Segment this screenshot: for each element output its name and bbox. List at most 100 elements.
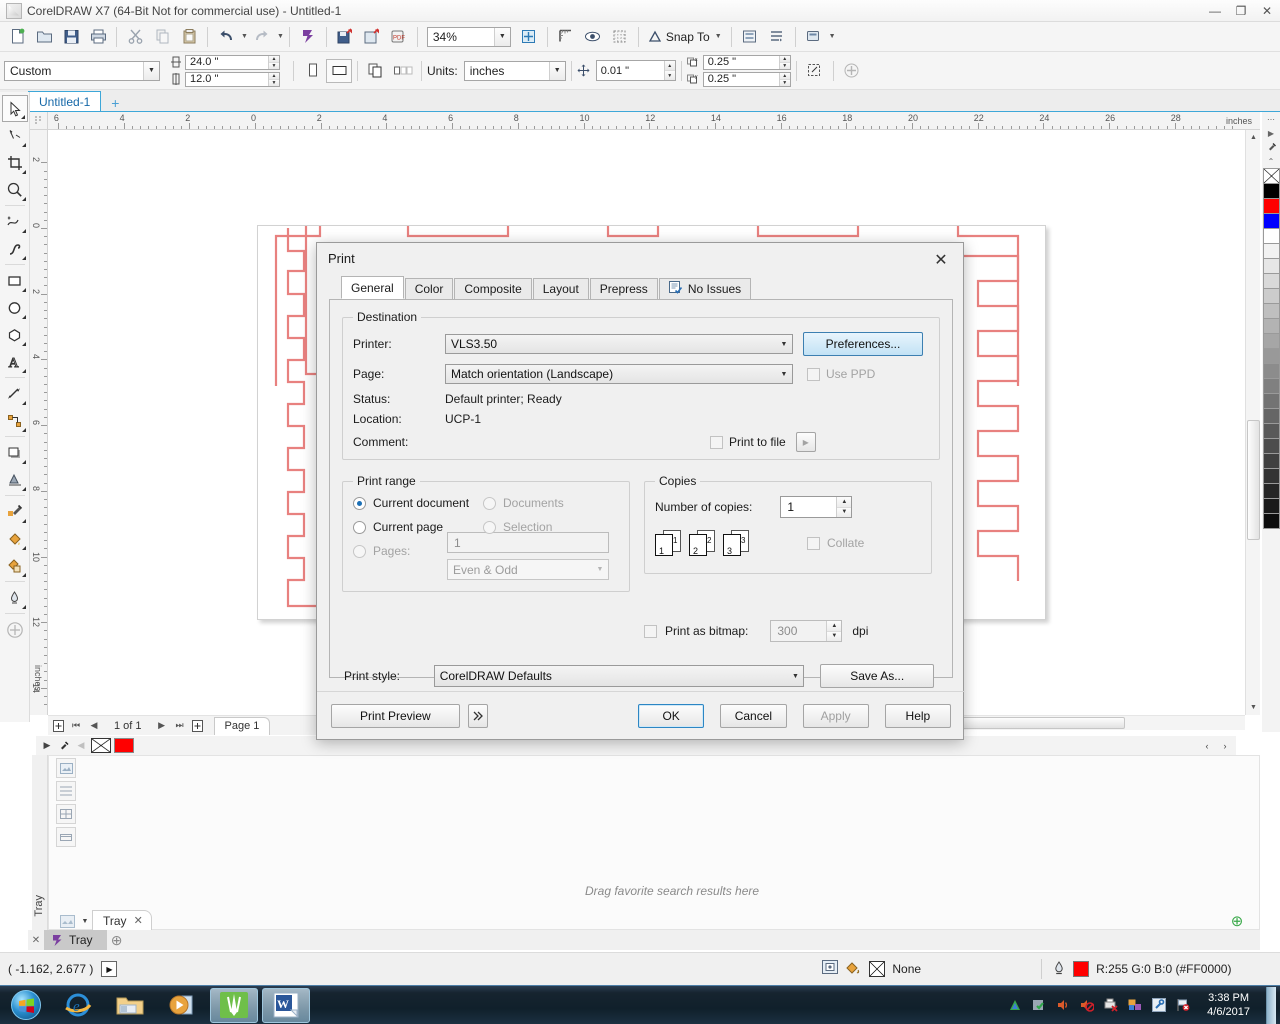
flyout-arrow[interactable] — [21, 401, 26, 405]
chevron-down-icon[interactable]: ▼ — [591, 560, 608, 579]
chevron-down-icon[interactable]: ▼ — [715, 33, 722, 40]
flyout-arrow[interactable] — [21, 573, 26, 577]
scroll-up-arrow[interactable]: ▲ — [1246, 130, 1261, 145]
palette-scroll-up-icon[interactable]: ⋯ — [1262, 112, 1280, 126]
palette-color-swatch[interactable] — [1262, 243, 1280, 259]
palette-color-swatch[interactable] — [1262, 303, 1280, 319]
collate-checkbox[interactable] — [807, 536, 820, 550]
zoom-level-combo[interactable]: 34% ▼ — [426, 26, 511, 47]
palette-color-swatch[interactable] — [1262, 498, 1280, 514]
chevron-down-icon[interactable]: ▼ — [775, 365, 792, 383]
duplicate-distance-y-input[interactable]: 0.25 " ▲ ▼ — [702, 71, 791, 87]
full-screen-preview-icon[interactable] — [580, 25, 606, 49]
apply-button[interactable]: Apply — [802, 703, 869, 728]
flyout-arrow[interactable] — [21, 256, 26, 260]
colorbar-eyedropper-icon[interactable] — [57, 739, 71, 753]
zoom-tool[interactable] — [2, 176, 28, 203]
print-icon[interactable] — [85, 25, 111, 49]
ruler-origin-corner[interactable] — [30, 112, 48, 130]
outline-color-swatch[interactable] — [1073, 961, 1090, 977]
zoom-levels-icon[interactable] — [516, 25, 542, 49]
printer-combo[interactable]: VLS3.50 ▼ — [445, 334, 793, 354]
docker-list-icon[interactable] — [56, 781, 76, 801]
tab-general[interactable]: General — [341, 276, 404, 299]
page-preset-combo[interactable]: Custom ▼ — [4, 60, 160, 81]
flyout-arrow[interactable] — [21, 428, 26, 432]
docker-panel-icon[interactable] — [56, 912, 78, 930]
colorbar-red-swatch[interactable] — [114, 738, 134, 753]
palette-color-swatch[interactable] — [1262, 363, 1280, 379]
palette-eyedropper-icon[interactable] — [1262, 140, 1280, 154]
landscape-icon[interactable] — [326, 58, 352, 83]
parallel-dimension-tool[interactable] — [2, 380, 28, 407]
palette-color-swatch[interactable] — [1262, 438, 1280, 454]
palette-color-swatch[interactable] — [1262, 213, 1280, 229]
palette-color-swatch[interactable] — [1262, 228, 1280, 244]
show-desktop-button[interactable] — [1266, 986, 1276, 1024]
minimize-button[interactable]: — — [1202, 0, 1228, 22]
print-to-file-options-button[interactable]: ▸ — [795, 432, 816, 452]
flyout-arrow[interactable] — [21, 342, 26, 346]
taskbar-clock[interactable]: 3:38 PM 4/6/2017 — [1199, 991, 1258, 1019]
horizontal-ruler[interactable]: 6 4 2 0 2 4 6 8 10 12 14 16 18 20 22 24 26 28 — [48, 112, 1260, 130]
polygon-tool[interactable] — [2, 321, 28, 348]
pages-radio-row[interactable]: Pages: — [353, 544, 483, 558]
view-grid-icon[interactable] — [607, 25, 633, 49]
palette-no-color-swatch[interactable] — [1262, 168, 1280, 184]
page-height-stepper[interactable]: ▲ ▼ — [268, 72, 279, 86]
scroll-down-arrow[interactable]: ▼ — [1246, 700, 1261, 715]
use-ppd-checkbox[interactable] — [807, 367, 820, 381]
colorbar-no-fill-swatch[interactable] — [91, 738, 111, 753]
color-palette[interactable]: ⋯ ▶ ⌃ — [1262, 112, 1280, 732]
outline-pen-icon[interactable] — [1052, 960, 1066, 979]
text-tool[interactable]: A — [2, 348, 28, 375]
current-document-radio-row[interactable]: Current document — [353, 496, 483, 510]
ok-button[interactable]: OK — [638, 703, 705, 728]
palette-color-swatch[interactable] — [1262, 318, 1280, 334]
docker-thumbnail-icon[interactable] — [56, 758, 76, 778]
palette-scroll-up-arrow[interactable]: ⌃ — [1262, 154, 1280, 168]
tab-color[interactable]: Color — [404, 278, 454, 299]
nudge-stepper[interactable]: ▲ ▼ — [663, 61, 675, 80]
document-tab-untitled-1[interactable]: Untitled-1 — [28, 91, 102, 111]
chevron-down-icon[interactable]: ▼ — [493, 27, 510, 46]
vertical-scroll-thumb[interactable] — [1247, 420, 1260, 540]
palette-color-swatch[interactable] — [1262, 408, 1280, 424]
start-button[interactable] — [0, 987, 52, 1024]
quick-customize-icon[interactable] — [839, 59, 865, 83]
volume-icon[interactable] — [1055, 997, 1071, 1013]
add-tray-button[interactable]: ⊕ — [107, 930, 127, 950]
save-as-button[interactable]: Save As... — [820, 664, 935, 688]
current-page-radio-row[interactable]: Current page — [353, 520, 483, 534]
flyout-arrow[interactable] — [21, 229, 26, 233]
help-button[interactable]: Help — [884, 703, 952, 728]
taskbar-internet-explorer-icon[interactable]: e — [54, 988, 102, 1023]
freehand-tool[interactable] — [2, 208, 28, 235]
flyout-arrow[interactable] — [21, 369, 26, 373]
outline-pen-tool[interactable] — [2, 584, 28, 611]
transparency-tool[interactable] — [2, 466, 28, 493]
palette-color-swatch[interactable] — [1262, 393, 1280, 409]
flyout-arrow[interactable] — [21, 519, 26, 523]
close-button[interactable]: ✕ — [1254, 0, 1280, 22]
shape-tool[interactable] — [2, 122, 28, 149]
colorbar-scroll-left-icon[interactable]: ◀ — [74, 739, 88, 753]
volume-muted-icon[interactable] — [1079, 997, 1095, 1013]
documents-radio[interactable] — [483, 496, 496, 510]
pick-tool[interactable] — [1, 95, 28, 122]
tab-layout[interactable]: Layout — [532, 278, 589, 299]
tab-no-issues[interactable]: No Issues — [658, 278, 752, 299]
close-icon[interactable]: ✕ — [923, 247, 959, 273]
selection-radio[interactable] — [483, 520, 496, 534]
duplicate-x-stepper[interactable]: ▲ ▼ — [778, 55, 790, 69]
first-page-button[interactable]: ⏮ — [68, 718, 84, 734]
taskbar-coreldraw-icon[interactable] — [210, 987, 258, 1023]
next-page-button[interactable]: ▶ — [154, 718, 170, 734]
print-preview-button[interactable]: Print Preview — [331, 703, 460, 728]
all-pages-icon[interactable] — [363, 59, 389, 83]
duplicate-y-stepper[interactable]: ▲ ▼ — [778, 72, 790, 86]
flyout-arrow[interactable] — [21, 170, 26, 174]
docker-grid-icon[interactable] — [56, 804, 76, 824]
print-style-combo[interactable]: CorelDRAW Defaults ▼ — [433, 665, 805, 687]
fill-bucket-icon[interactable] — [845, 960, 862, 978]
